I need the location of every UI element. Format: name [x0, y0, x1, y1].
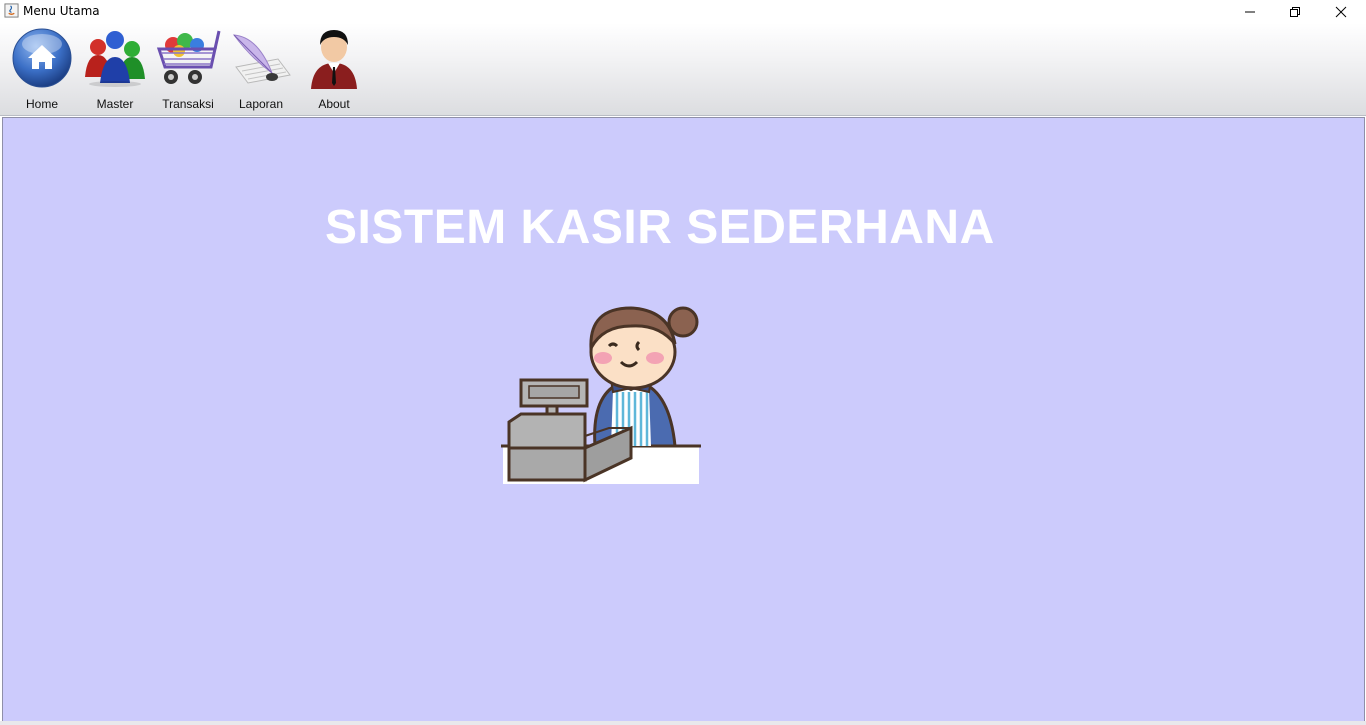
toolbar-about-button[interactable]: About [298, 23, 370, 115]
close-icon [1335, 6, 1347, 17]
home-icon [12, 28, 72, 88]
window-titlebar: Menu Utama [0, 0, 1366, 23]
main-content-panel: SISTEM KASIR SEDERHANA [2, 117, 1365, 722]
restore-icon [1290, 6, 1300, 17]
users-icon [85, 31, 145, 87]
close-button[interactable] [1318, 0, 1364, 23]
minimize-icon [1245, 11, 1255, 12]
cashier-illustration [501, 306, 701, 484]
quill-document-icon [232, 34, 291, 84]
toolbar-master-label: Master [96, 97, 134, 111]
toolbar-about-label: About [318, 97, 350, 111]
java-app-icon [4, 3, 19, 18]
page-title: SISTEM KASIR SEDERHANA [325, 201, 995, 254]
minimize-button[interactable] [1227, 0, 1273, 23]
toolbar-home-label: Home [25, 97, 58, 111]
toolbar-transaksi-label: Transaksi [162, 97, 214, 111]
window-bottom-border [0, 721, 1366, 725]
toolbar-home-button[interactable]: Home [6, 23, 78, 115]
toolbar-laporan-label: Laporan [238, 97, 284, 111]
person-icon [311, 30, 357, 89]
toolbar-master-button[interactable]: Master [79, 23, 151, 115]
toolbar-transaksi-button[interactable]: Transaksi [152, 23, 224, 115]
main-toolbar: Home Master Transaksi Laporan About [0, 23, 1366, 116]
toolbar-laporan-button[interactable]: Laporan [225, 23, 297, 115]
shopping-cart-icon [156, 30, 221, 84]
window-title: Menu Utama [23, 4, 100, 18]
restore-button[interactable] [1272, 0, 1318, 23]
